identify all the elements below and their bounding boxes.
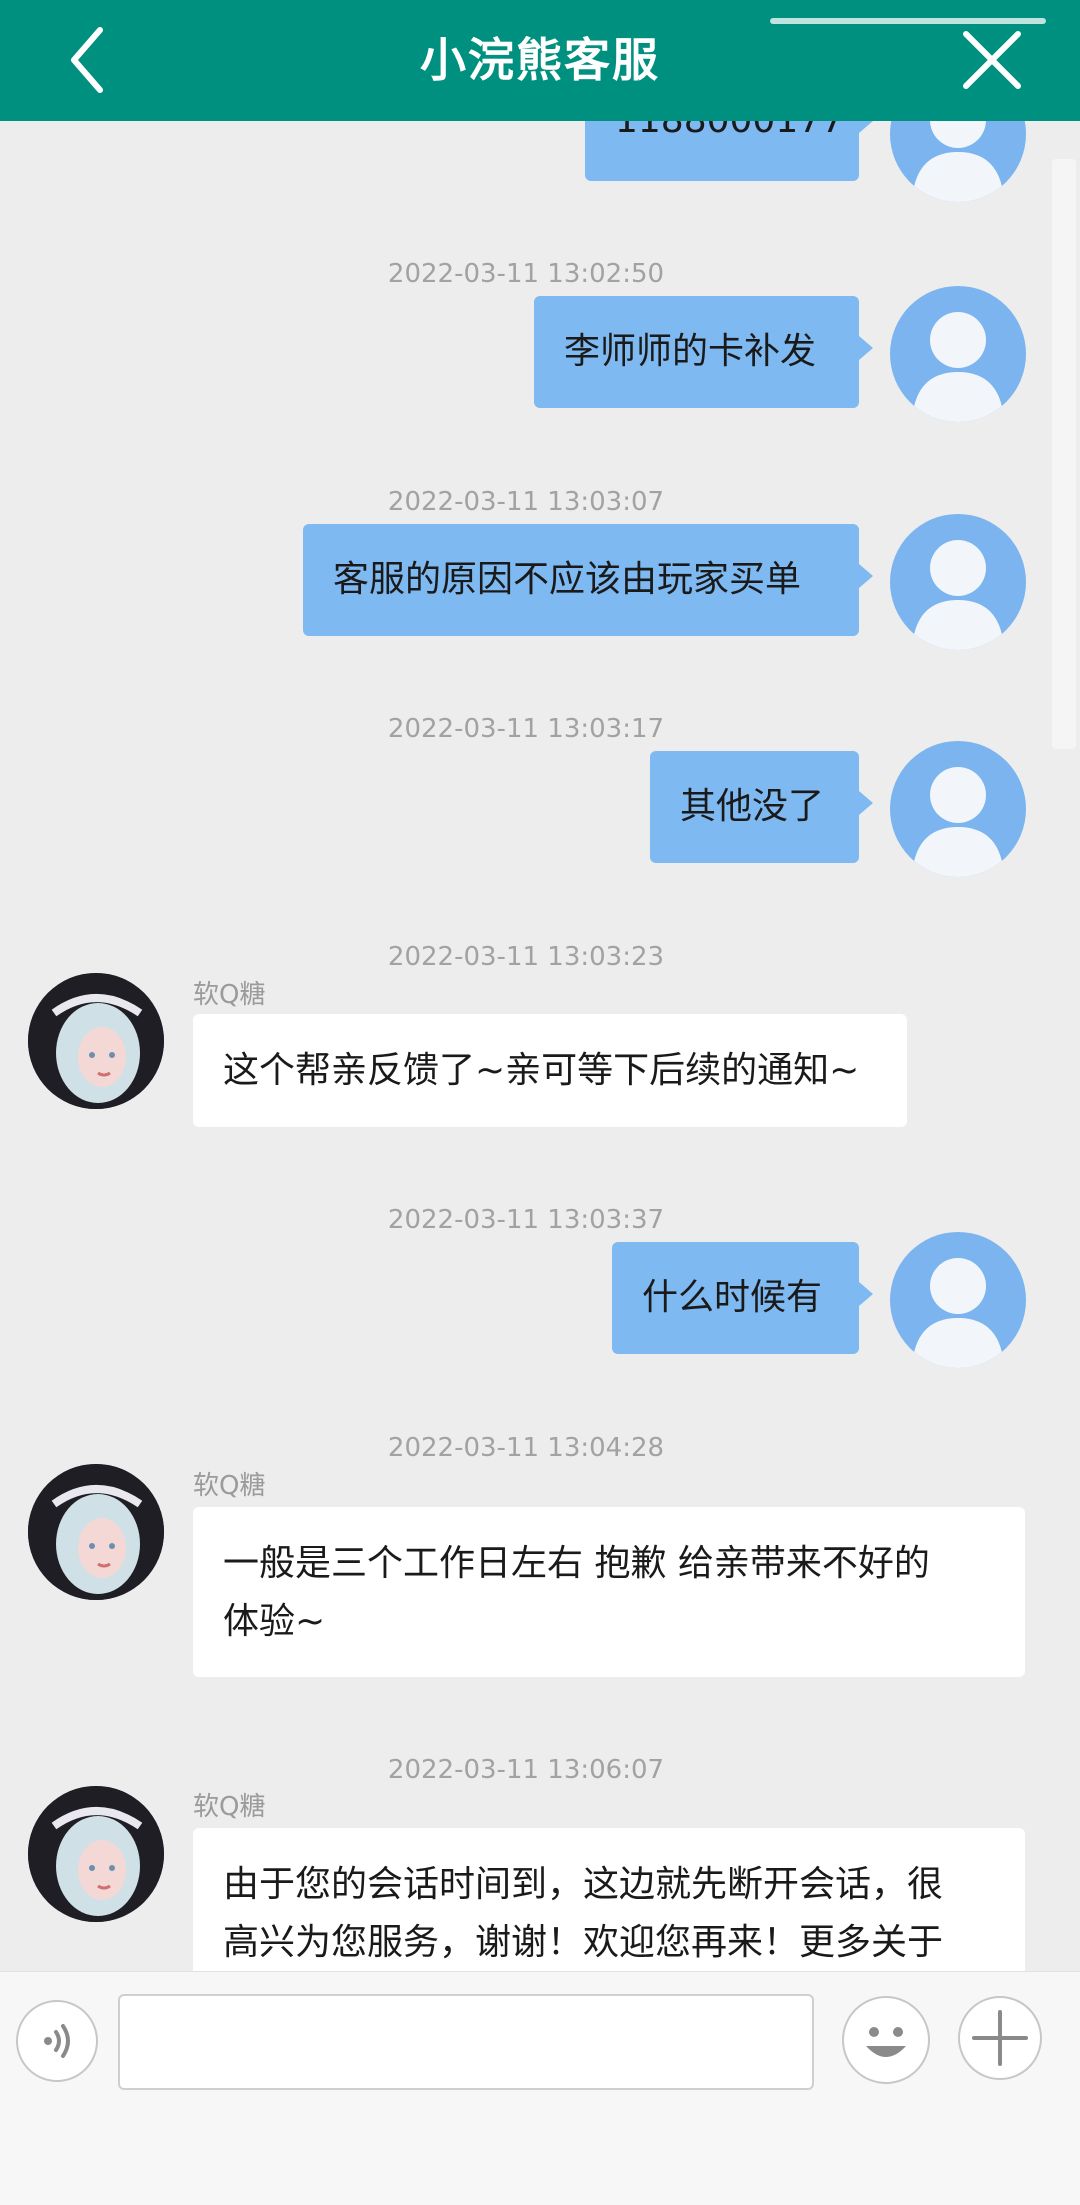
agent-message-bubble[interactable]: 这个帮亲反馈了~亲可等下后续的通知~ [193, 1014, 907, 1127]
message-text: 其他没了 [680, 786, 825, 827]
message-text-line: 由于您的会话时间到，这边就先断开会话，很 [223, 1864, 944, 1905]
page-title: 小浣熊客服 [420, 33, 660, 87]
user-silhouette-icon [912, 312, 1004, 422]
message-text: 1188000177 [615, 121, 844, 141]
plus-icon [972, 2010, 1028, 2066]
agent-message-bubble[interactable]: 一般是三个工作日左右 抱歉 给亲带来不好的 体验~ [193, 1507, 1025, 1677]
emoji-button[interactable] [842, 1996, 930, 2084]
user-silhouette-icon [912, 121, 1004, 202]
user-message-bubble[interactable]: 客服的原因不应该由玩家买单 [303, 524, 873, 636]
scrollbar[interactable] [1052, 159, 1076, 749]
user-silhouette-icon [912, 540, 1004, 650]
user-avatar-icon[interactable] [890, 121, 1026, 202]
user-avatar-icon[interactable] [890, 286, 1026, 422]
message-text-line: 一般是三个工作日左右 抱歉 给亲带来不好的 [223, 1543, 930, 1584]
message-text: 李师师的卡补发 [564, 331, 817, 372]
close-button[interactable] [960, 28, 1024, 92]
user-message-bubble[interactable]: 李师师的卡补发 [534, 296, 873, 408]
message-timestamp: 2022-03-11 13:03:37 [387, 1205, 665, 1235]
message-text: 客服的原因不应该由玩家买单 [333, 559, 802, 600]
plus-button[interactable] [958, 1996, 1042, 2080]
voice-button[interactable] [16, 2000, 98, 2082]
user-avatar-icon[interactable] [890, 741, 1026, 877]
agent-avatar[interactable] [28, 1786, 164, 1922]
message-timestamp: 2022-03-11 13:02:50 [387, 259, 665, 289]
input-bar [0, 1971, 1080, 2205]
message-timestamp: 2022-03-11 13:03:07 [387, 487, 665, 517]
user-message-bubble[interactable]: 什么时候有 [612, 1242, 873, 1354]
emoji-icon [866, 2027, 906, 2057]
agent-portrait-icon [28, 1786, 164, 1922]
close-icon [963, 31, 1021, 89]
message-text-line: 体验~ [223, 1601, 326, 1642]
agent-name: 软Q糖 [193, 1792, 266, 1822]
user-message-bubble[interactable]: 1188000177 [585, 121, 873, 181]
agent-name: 软Q糖 [193, 1471, 266, 1501]
agent-name: 软Q糖 [193, 980, 266, 1010]
user-avatar-icon[interactable] [890, 514, 1026, 650]
message-text-line: 高兴为您服务，谢谢！欢迎您再来！更多关于 [223, 1922, 944, 1963]
user-silhouette-icon [912, 767, 1004, 877]
message-timestamp: 2022-03-11 13:03:23 [387, 942, 665, 972]
message-text: 什么时候有 [642, 1277, 823, 1318]
message-text: 这个帮亲反馈了~亲可等下后续的通知~ [223, 1050, 860, 1091]
user-message-bubble[interactable]: 其他没了 [650, 751, 873, 863]
message-input[interactable] [118, 1994, 814, 2090]
agent-avatar[interactable] [28, 973, 164, 1109]
user-silhouette-icon [912, 1258, 1004, 1368]
chat-message-list[interactable]: 1188000177 2022-03-11 13:02:50 李师师的卡补发 2… [0, 121, 1080, 1971]
header-bar: 小浣熊客服 [0, 0, 1080, 121]
voice-icon [44, 2024, 70, 2058]
agent-avatar[interactable] [28, 1464, 164, 1600]
agent-message-bubble[interactable]: 由于您的会话时间到，这边就先断开会话，很 高兴为您服务，谢谢！欢迎您再来！更多关… [193, 1828, 1025, 1971]
message-timestamp: 2022-03-11 13:03:17 [387, 714, 665, 744]
message-timestamp: 2022-03-11 13:04:28 [387, 1433, 665, 1463]
agent-portrait-icon [28, 1464, 164, 1600]
user-avatar-icon[interactable] [890, 1232, 1026, 1368]
message-timestamp: 2022-03-11 13:06:07 [387, 1755, 665, 1785]
agent-portrait-icon [28, 973, 164, 1109]
